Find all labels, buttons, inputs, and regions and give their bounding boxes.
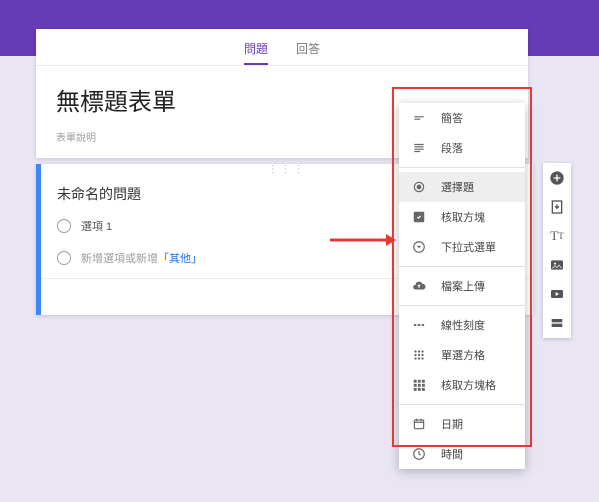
tab-questions[interactable]: 問題	[244, 40, 268, 65]
menu-label: 檔案上傳	[441, 278, 485, 294]
menu-separator	[399, 167, 525, 168]
type-date[interactable]: 日期	[399, 409, 525, 439]
cloud-upload-icon	[411, 279, 427, 293]
menu-label: 核取方塊	[441, 209, 485, 225]
type-linear-scale[interactable]: 線性刻度	[399, 310, 525, 340]
add-title-button[interactable]: TT	[548, 227, 566, 245]
type-short-answer[interactable]: 簡答	[399, 103, 525, 133]
menu-separator	[399, 305, 525, 306]
radio-icon	[57, 251, 71, 265]
clock-icon	[411, 447, 427, 461]
type-multiple-choice[interactable]: 選擇題	[399, 172, 525, 202]
menu-label: 日期	[441, 416, 463, 432]
grid-icon	[411, 348, 427, 362]
add-option-text: 新增選項	[81, 250, 125, 266]
checkbox-icon	[411, 210, 427, 224]
type-time[interactable]: 時間	[399, 439, 525, 469]
type-checkboxes[interactable]: 核取方塊	[399, 202, 525, 232]
type-dropdown[interactable]: 下拉式選單	[399, 232, 525, 262]
menu-label: 選擇題	[441, 179, 474, 195]
add-video-button[interactable]	[548, 285, 566, 303]
menu-label: 時間	[441, 446, 463, 462]
radio-icon	[57, 219, 71, 233]
linear-scale-icon	[411, 318, 427, 332]
add-other-prefix: 新增	[136, 250, 158, 266]
add-image-button[interactable]	[548, 256, 566, 274]
or-text: 或	[125, 250, 136, 266]
calendar-icon	[411, 417, 427, 431]
menu-label: 下拉式選單	[441, 239, 496, 255]
type-grid-check[interactable]: 核取方塊格	[399, 370, 525, 400]
menu-separator	[399, 266, 525, 267]
option-label: 選項 1	[81, 218, 112, 234]
menu-label: 核取方塊格	[441, 377, 496, 393]
menu-separator	[399, 404, 525, 405]
add-section-button[interactable]	[548, 314, 566, 332]
menu-label: 線性刻度	[441, 317, 485, 333]
question-type-menu: 簡答 段落 選擇題 核取方塊 下拉式選單 檔案上傳 線性刻度 單選方格 核取方塊…	[399, 103, 525, 469]
short-answer-icon	[411, 111, 427, 125]
menu-label: 段落	[441, 140, 463, 156]
type-paragraph[interactable]: 段落	[399, 133, 525, 163]
grid-check-icon	[411, 378, 427, 392]
dropdown-icon	[411, 240, 427, 254]
add-question-button[interactable]	[548, 169, 566, 187]
tab-responses[interactable]: 回答	[296, 40, 320, 65]
menu-label: 單選方格	[441, 347, 485, 363]
radio-icon	[411, 180, 427, 194]
side-toolbar: TT	[543, 163, 571, 338]
menu-label: 簡答	[441, 110, 463, 126]
tabs-bar: 問題 回答	[36, 29, 528, 66]
type-grid-radio[interactable]: 單選方格	[399, 340, 525, 370]
paragraph-icon	[411, 141, 427, 155]
type-file-upload[interactable]: 檔案上傳	[399, 271, 525, 301]
import-questions-button[interactable]	[548, 198, 566, 216]
add-other-link[interactable]: 「其他」	[158, 250, 202, 266]
